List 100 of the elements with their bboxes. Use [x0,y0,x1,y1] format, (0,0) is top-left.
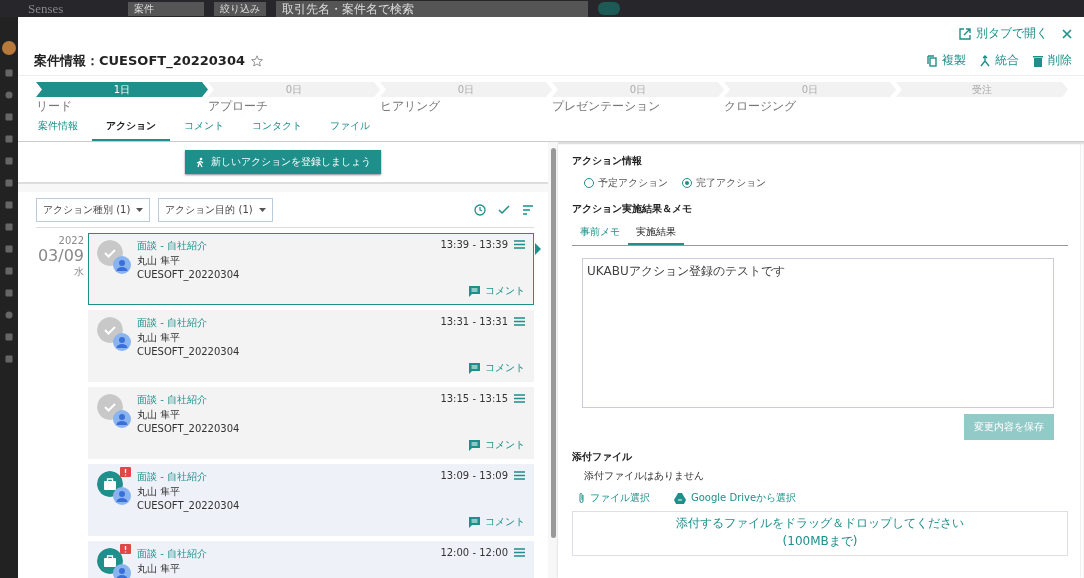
memo-tab[interactable]: 事前メモ [572,220,628,245]
file-select-link[interactable]: ファイル選択 [578,491,650,505]
action-title-link[interactable]: 面談 - 自社紹介 [137,239,441,253]
menu-icon[interactable] [514,394,525,403]
stage-label: リード [36,99,72,113]
person-name: 丸山 隼平 [137,331,182,345]
comment-button[interactable]: コメント [469,361,525,375]
action-card[interactable]: 面談 - 自社紹介 丸山 隼平 CUESOFT_20220304 13:09 - 13:09 コメント [88,464,534,536]
deal-name: CUESOFT_20220304 [137,269,241,280]
search-button[interactable] [598,2,620,15]
filter-dropdown[interactable]: アクション目的 (1) [158,198,273,222]
deal-name: CUESOFT_20220304 [137,346,241,357]
stage-label: プレゼンテーション [552,99,660,113]
walking-person-icon [195,156,205,168]
open-in-new-tab-link[interactable]: 別タブで開く [959,25,1048,42]
merge-button[interactable]: 統合 [980,52,1019,69]
alert-badge-icon [120,544,131,554]
open-external-icon [959,27,971,40]
tab[interactable]: コメント [170,115,238,141]
menu-icon[interactable] [514,471,525,480]
action-title-link[interactable]: 面談 - 自社紹介 [137,316,441,330]
deal-name: CUESOFT_20220304 [137,423,241,434]
copy-icon [927,54,937,67]
memo-field[interactable]: UKABUアクション登録のテストです [582,258,1054,408]
copy-button[interactable]: 複製 [927,52,966,69]
user-avatar[interactable] [2,41,16,55]
person-avatar-icon [113,564,131,578]
stage-label: アプローチ [208,99,268,113]
chat-bubble-icon [469,516,480,528]
time-range: 13:09 - 13:09 [440,470,508,481]
new-action-button[interactable]: 新しいアクションを登録しましょう [185,150,381,174]
alert-badge-icon [120,467,131,477]
person-avatar-icon [113,256,131,274]
drop-zone-text: (100MBまで) [782,533,858,550]
pipeline-stage[interactable]: 0日 [724,82,896,97]
chat-bubble-icon [469,285,480,297]
section-heading: 添付ファイル [572,450,633,464]
comment-button[interactable]: コメント [469,515,525,529]
time-range: 12:00 - 12:00 [440,547,508,558]
action-title-link[interactable]: 面談 - 自社紹介 [137,470,441,484]
tab[interactable]: 案件情報 [24,115,92,141]
drive-select-link[interactable]: Google Driveから選択 [674,491,797,505]
person-name: 丸山 隼平 [137,562,182,576]
pipeline-stage[interactable]: 0日 [208,82,380,97]
section-heading: アクション実施結果＆メモ [572,202,693,216]
person-name: 丸山 隼平 [137,408,182,422]
action-card[interactable]: 面談 - 自社紹介 丸山 隼平 12:00 - 12:00 [88,541,534,578]
time-range: 13:15 - 13:15 [440,393,508,404]
drop-zone[interactable]: 添付するファイルをドラッグ＆ドロップしてください (100MBまで) [572,511,1068,556]
action-title-link[interactable]: 面談 - 自社紹介 [137,393,441,407]
stage-label: ヒアリング [380,99,440,113]
filter-button[interactable]: 絞り込み [214,1,266,16]
object-dropdown[interactable]: 案件 [128,1,204,16]
pipeline-stage[interactable]: 1日 [36,82,208,97]
menu-icon[interactable] [514,548,525,557]
modal-title: 案件情報：CUESOFT_20220304 [34,52,245,70]
pipeline-stage[interactable]: 0日 [552,82,724,97]
deal-name: CUESOFT_20220304 [137,500,241,511]
clock-icon[interactable] [474,204,486,216]
date-weekday: 水 [74,265,84,279]
person-name: 丸山 隼平 [137,485,182,499]
search-field[interactable]: 取引先名・案件名で検索 [276,0,588,17]
filter-dropdown[interactable]: アクション種別 (1) [36,198,151,222]
radio-option[interactable]: 完了アクション [682,176,766,190]
menu-icon[interactable] [514,317,525,326]
comment-button[interactable]: コメント [469,284,525,298]
drop-zone-text: 添付するファイルをドラッグ＆ドロップしてください [676,515,964,532]
person-avatar-icon [113,410,131,428]
pointer-icon [535,243,541,255]
person-avatar-icon [113,333,131,351]
trash-icon [1033,54,1043,67]
person-avatar-icon [113,487,131,505]
comment-button[interactable]: コメント [469,438,525,452]
action-title-link[interactable]: 面談 - 自社紹介 [137,547,441,561]
date-day: 03/09 [37,246,84,265]
pipeline-stage[interactable]: 受注 [896,82,1068,97]
time-range: 13:31 - 13:31 [440,316,508,327]
tab[interactable]: ファイル [316,115,384,141]
paperclip-icon [578,492,585,504]
checkmark-icon[interactable] [498,205,510,215]
menu-icon[interactable] [514,240,525,249]
app-logo[interactable]: Senses [28,0,118,17]
caret-icon [136,208,144,212]
time-range: 13:39 - 13:39 [440,239,508,250]
delete-button[interactable]: 削除 [1033,52,1072,69]
memo-tab[interactable]: 実施結果 [628,220,684,245]
action-card[interactable]: 面談 - 自社紹介 丸山 隼平 CUESOFT_20220304 13:31 - 13:31 コメント [88,310,534,382]
caret-icon [258,208,266,212]
pipeline-stage[interactable]: 0日 [380,82,552,97]
action-card[interactable]: 面談 - 自社紹介 丸山 隼平 CUESOFT_20220304 13:15 - 13:15 コメント [88,387,534,459]
stage-label: クロージング [724,99,796,113]
radio-option[interactable]: 予定アクション [584,176,668,190]
tab[interactable]: コンタクト [238,115,316,141]
empty-message: 添付ファイルはありません [583,469,705,483]
merge-icon [980,54,990,67]
chat-bubble-icon [469,439,480,451]
person-name: 丸山 隼平 [137,254,182,268]
close-icon[interactable] [1062,28,1072,39]
chat-bubble-icon [469,362,480,374]
sort-icon[interactable] [522,205,534,215]
